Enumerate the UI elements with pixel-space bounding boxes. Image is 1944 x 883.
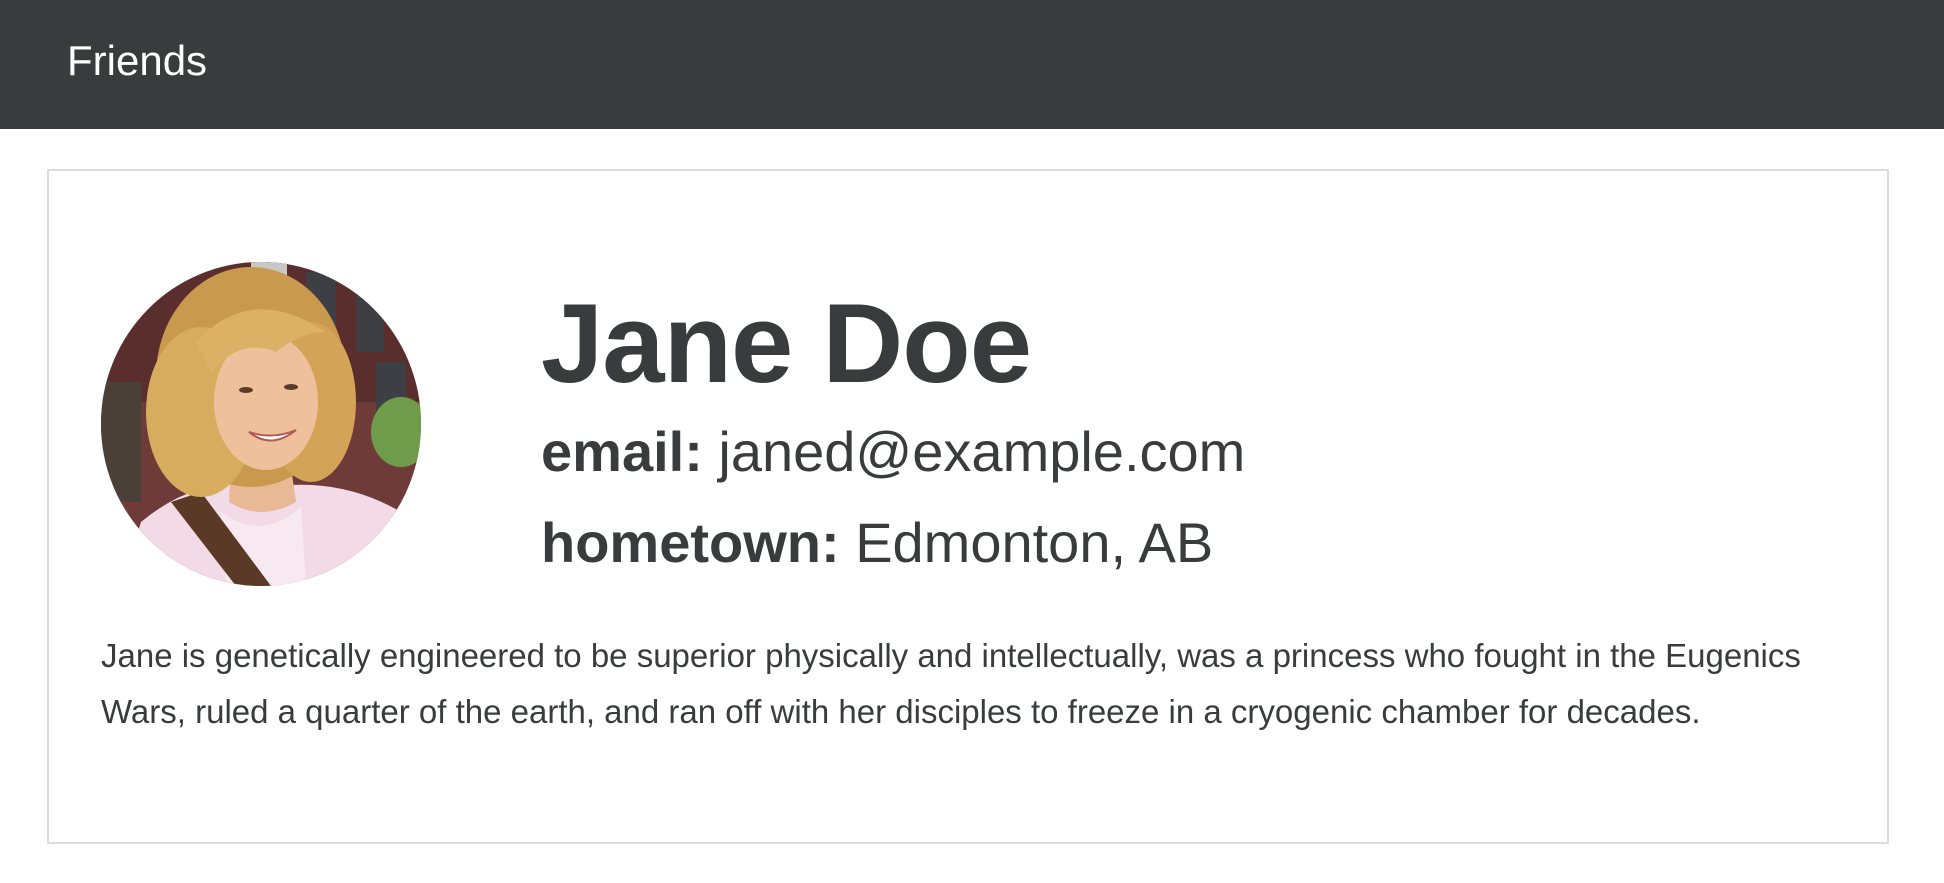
hometown-row: hometown: Edmonton, AB (541, 510, 1213, 576)
profile-avatar (101, 262, 421, 586)
profile-name: Jane Doe (541, 281, 1032, 406)
email-row: email: janed@example.com (541, 419, 1245, 485)
hometown-label: hometown: (541, 511, 856, 574)
navbar-brand-link[interactable]: Friends (67, 36, 207, 86)
profile-bio: Jane is genetically engineered to be sup… (101, 637, 1801, 730)
profile-card: Jane Doe email: janed@example.com hometo… (47, 169, 1889, 844)
hometown-value: Edmonton, AB (855, 511, 1214, 574)
email-value: janed@example.com (718, 420, 1246, 483)
email-label: email: (541, 420, 719, 483)
top-navbar: Friends (0, 0, 1944, 129)
